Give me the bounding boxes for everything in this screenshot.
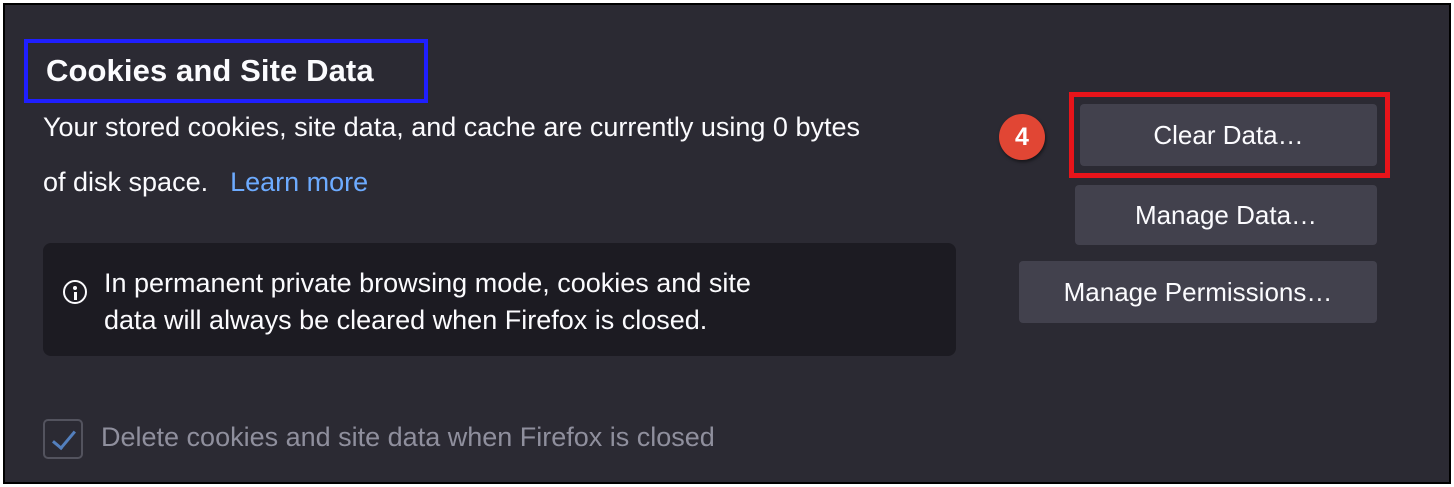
section-title: Cookies and Site Data: [46, 53, 374, 88]
info-icon: [63, 280, 87, 304]
screenshot-frame: Cookies and Site Data Your stored cookie…: [0, 0, 1454, 487]
notice-line-1: In permanent private browsing mode, cook…: [104, 268, 751, 298]
delete-on-close-label: Delete cookies and site data when Firefo…: [101, 422, 715, 452]
storage-description-line-1: Your stored cookies, site data, and cach…: [43, 112, 860, 142]
step-number-badge: 4: [999, 114, 1045, 160]
learn-more-link[interactable]: Learn more: [230, 167, 368, 197]
manage-permissions-button[interactable]: Manage Permissions…: [1019, 261, 1377, 323]
storage-description-line-2: of disk space. Learn more: [43, 167, 368, 198]
delete-on-close-checkbox[interactable]: [43, 419, 83, 459]
notice-line-2: data will always be cleared when Firefox…: [104, 305, 708, 335]
clear-data-highlight-box: [1069, 92, 1390, 178]
private-browsing-notice: In permanent private browsing mode, cook…: [43, 243, 956, 356]
cookies-settings-panel: Cookies and Site Data Your stored cookie…: [3, 3, 1451, 484]
storage-description-text: of disk space.: [43, 167, 209, 197]
title-highlight-box: Cookies and Site Data: [24, 39, 428, 103]
notice-text: In permanent private browsing mode, cook…: [104, 265, 751, 339]
manage-data-button[interactable]: Manage Data…: [1075, 185, 1377, 245]
